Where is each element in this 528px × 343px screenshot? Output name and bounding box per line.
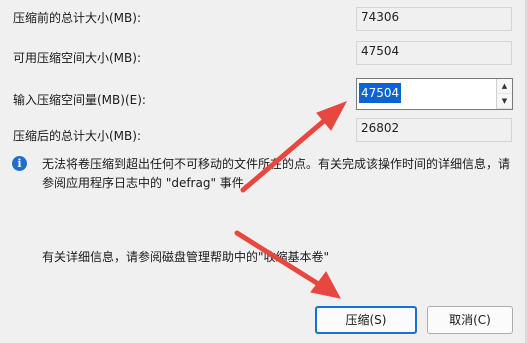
arrow-to-shrink-shaft bbox=[234, 230, 323, 288]
arrow-to-input-shaft bbox=[240, 117, 328, 193]
annotation-arrows bbox=[234, 101, 348, 299]
